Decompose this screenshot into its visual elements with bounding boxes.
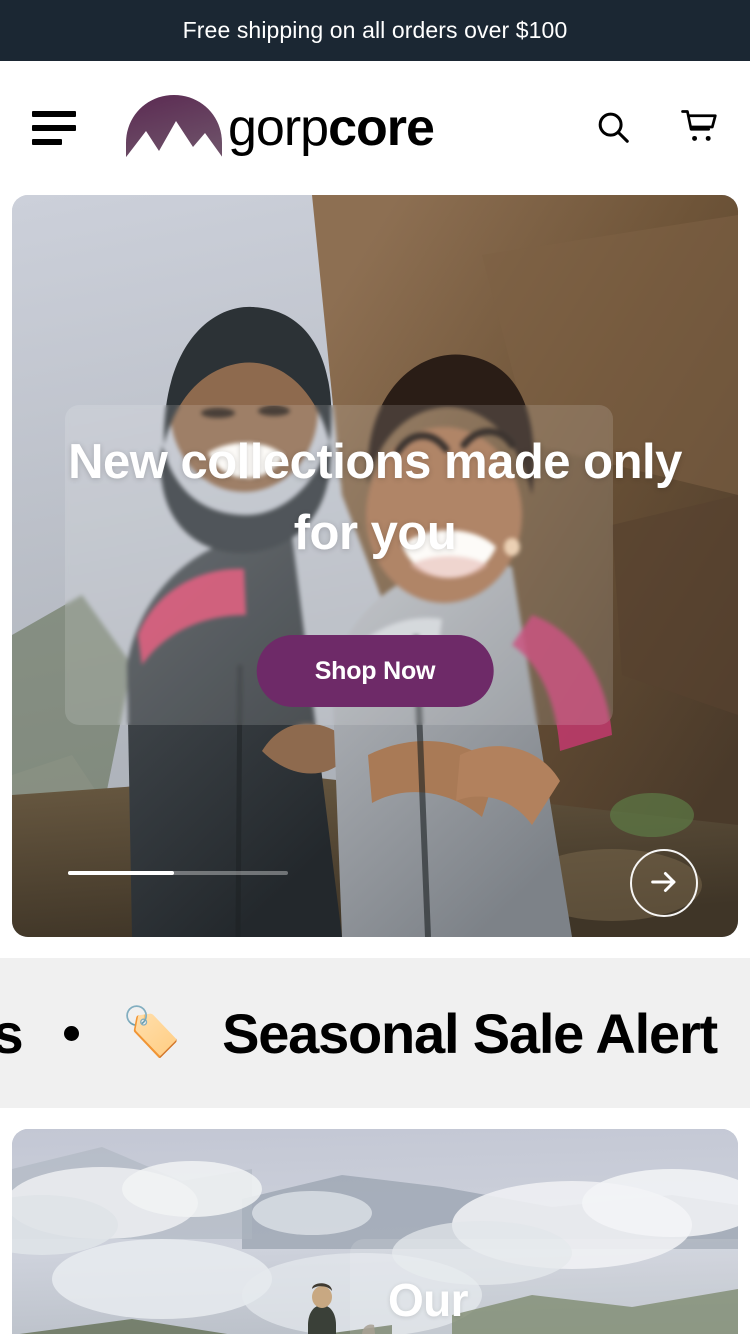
commitment-title: Our commitement	[388, 1274, 681, 1334]
brand-wordmark: gorpcore	[228, 99, 435, 157]
header-actions	[592, 107, 720, 149]
hamburger-line-2	[32, 125, 76, 131]
shopping-cart-icon	[679, 108, 719, 149]
carousel-progress-bar[interactable]	[68, 871, 288, 875]
carousel-progress-fill	[68, 871, 174, 875]
promo-marquee[interactable]: ems 🏷️ Seasonal Sale Alert	[0, 958, 750, 1108]
marquee-item-tail: ems	[0, 1001, 24, 1065]
hero-headline: New collections made only for you	[68, 435, 682, 561]
hamburger-menu-icon[interactable]	[32, 111, 76, 145]
brand-logo[interactable]: gorpcore	[126, 95, 435, 161]
marquee-item-text: Seasonal Sale Alert	[222, 1001, 718, 1065]
brand-wordmark-light: gorp	[228, 99, 329, 157]
commitment-section: Our commitement	[12, 1129, 738, 1334]
announcement-bar: Free shipping on all orders over $100	[0, 0, 750, 61]
price-tag-icon: 🏷️	[121, 1006, 181, 1059]
marquee-track: ems 🏷️ Seasonal Sale Alert	[0, 1001, 718, 1066]
mountain-dome-logo-icon	[126, 95, 222, 161]
carousel-next-button[interactable]	[630, 849, 698, 917]
announcement-text: Free shipping on all orders over $100	[182, 17, 568, 43]
search-button[interactable]	[592, 107, 634, 149]
brand-wordmark-bold: core	[328, 99, 435, 157]
hamburger-line-1	[32, 111, 76, 117]
search-icon	[594, 108, 632, 149]
hamburger-line-3	[32, 139, 62, 145]
hero-slide: New collections made only for you Shop N…	[12, 195, 738, 937]
arrow-right-icon	[647, 865, 681, 902]
site-header: gorpcore	[0, 61, 750, 195]
hero-section: New collections made only for you Shop N…	[0, 195, 750, 937]
cart-button[interactable]	[678, 107, 720, 149]
marquee-separator-dot	[64, 1025, 80, 1041]
shop-now-button[interactable]: Shop Now	[256, 635, 494, 707]
